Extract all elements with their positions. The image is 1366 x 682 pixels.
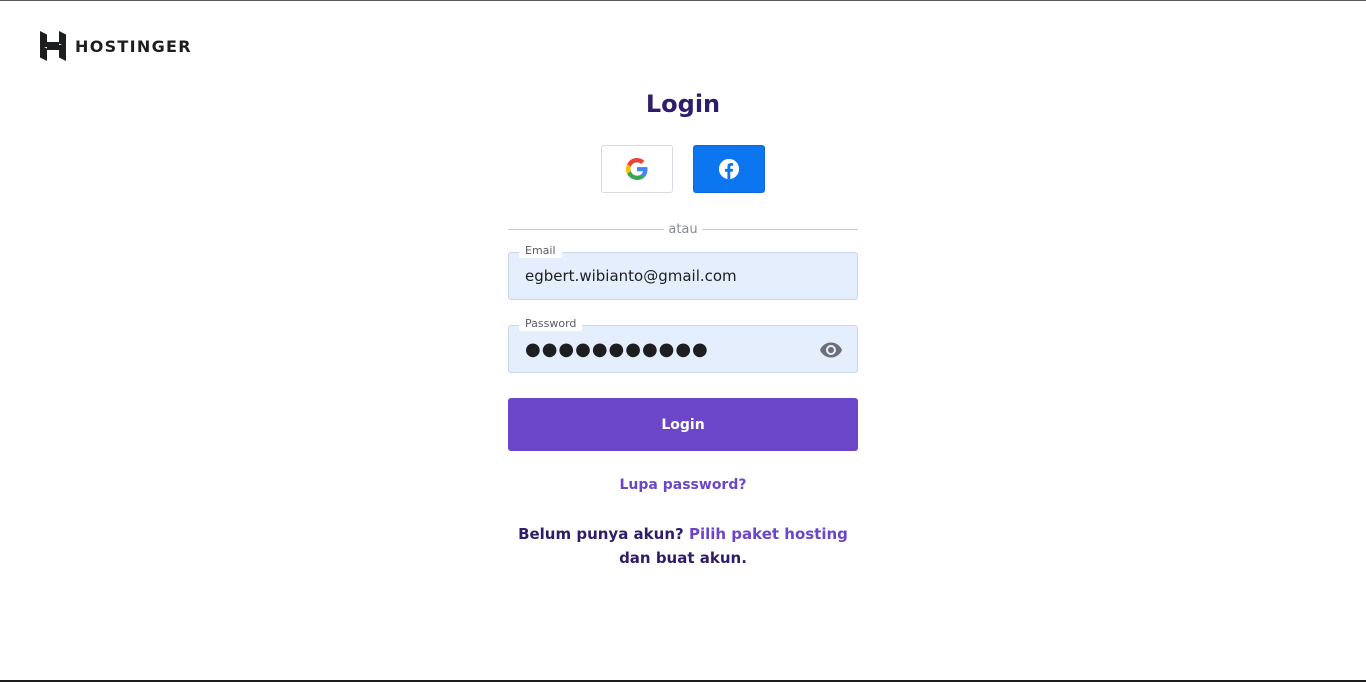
choose-hosting-plan-link[interactable]: Pilih paket hosting — [689, 525, 848, 543]
google-g-icon — [626, 158, 648, 180]
login-button[interactable]: Login — [508, 398, 858, 451]
hostinger-logo-icon — [40, 31, 66, 61]
forgot-password-link[interactable]: Lupa password? — [0, 477, 1366, 493]
show-password-button[interactable] — [819, 338, 843, 362]
brand-logo[interactable]: HOSTINGER — [40, 31, 192, 61]
email-field: Email — [508, 244, 858, 300]
divider-text: atau — [668, 221, 698, 237]
facebook-login-button[interactable] — [693, 145, 765, 193]
or-divider: atau — [508, 221, 858, 237]
email-input[interactable] — [525, 253, 815, 299]
google-login-button[interactable] — [601, 145, 673, 193]
signup-prefix: Belum punya akun? — [518, 525, 684, 543]
password-input[interactable] — [525, 326, 815, 372]
login-page: HOSTINGER Login atau Email Password — [0, 0, 1366, 682]
facebook-f-icon — [718, 158, 740, 180]
brand-name: HOSTINGER — [75, 36, 192, 56]
signup-suffix: dan buat akun. — [619, 549, 747, 567]
divider-line-left — [508, 228, 665, 230]
password-field: Password — [508, 317, 858, 373]
signup-prompt: Belum punya akun? Pilih paket hosting da… — [508, 522, 858, 570]
divider-line-right — [701, 228, 858, 230]
page-title: Login — [645, 90, 721, 118]
eye-icon — [820, 342, 842, 358]
